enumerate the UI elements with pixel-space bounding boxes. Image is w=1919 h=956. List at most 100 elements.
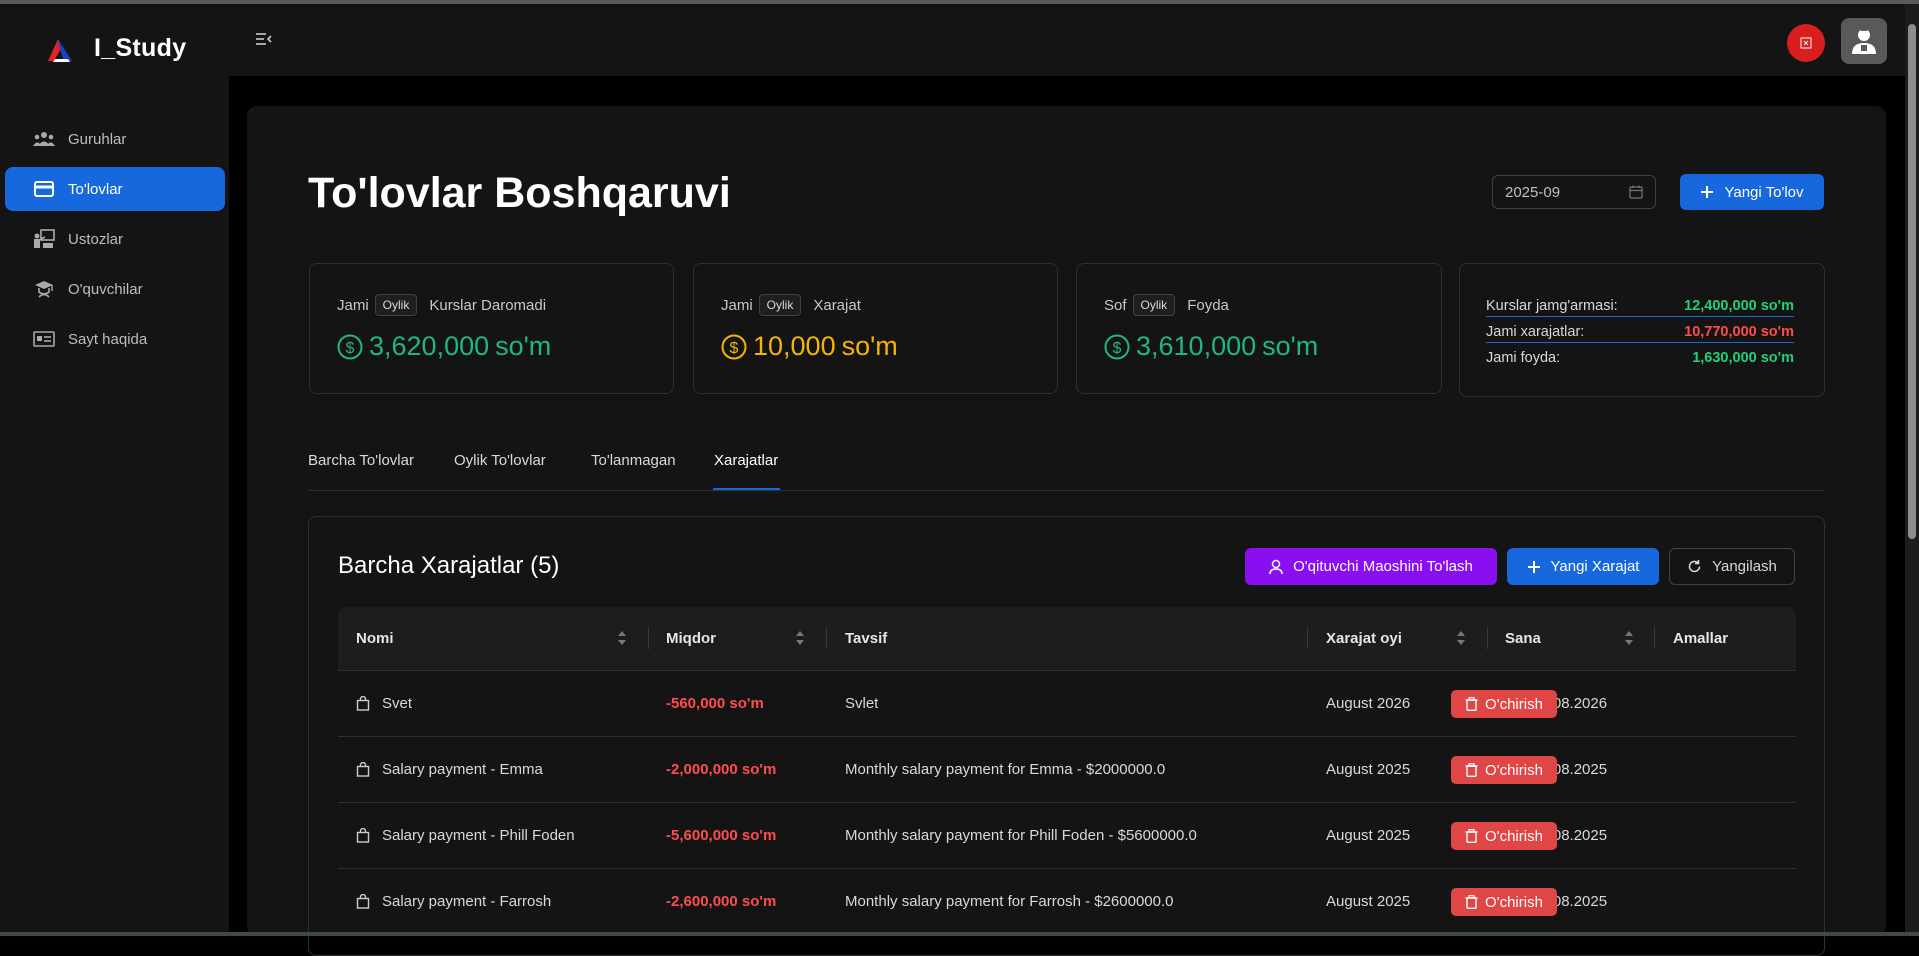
svg-text:$: $ (730, 340, 739, 357)
summary-value: 10,770,000 so'm (1684, 324, 1794, 340)
plus-icon (1527, 560, 1540, 573)
column-header-tavsif: Tavsif (845, 630, 888, 647)
sidebar-item-sayt-haqida[interactable]: Sayt haqida (5, 317, 225, 361)
column-divider (1654, 627, 1655, 649)
expense-month: August 2026 (1326, 695, 1411, 712)
stat-value: $ 3,610,000 so'm (1104, 331, 1318, 362)
stat-suffix: Foyda (1187, 296, 1229, 314)
menu-fold-icon[interactable] (256, 32, 272, 51)
column-divider (648, 627, 649, 649)
delete-button[interactable]: O'chirish (1451, 690, 1557, 718)
sort-icon[interactable] (617, 630, 627, 646)
month-picker[interactable]: 2025-09 (1492, 175, 1656, 209)
table-row: Salary payment - Farrosh -2,600,000 so'm… (338, 869, 1796, 935)
stat-amount: 3,610,000 (1136, 331, 1257, 361)
stat-unit: so'm (841, 331, 898, 361)
sidebar-item-tolovlar[interactable]: To'lovlar (5, 167, 225, 211)
expense-name-cell: Salary payment - Phill Foden (356, 803, 575, 868)
sidebar-item-label: Sayt haqida (68, 330, 148, 348)
column-header-amallar: Amallar (1673, 630, 1729, 647)
user-icon (1852, 29, 1876, 54)
plus-icon (1701, 186, 1714, 198)
credit-card-icon (32, 179, 56, 199)
column-divider (826, 627, 827, 649)
sidebar: I_Study Guruhlar To'lovlar Ustozlar O'qu… (0, 4, 229, 936)
sidebar-item-label: Ustozlar (68, 230, 124, 248)
expense-amount: -2,600,000 so'm (666, 893, 777, 910)
expense-month: August 2025 (1326, 761, 1411, 778)
sidebar-item-ustozlar[interactable]: Ustozlar (5, 217, 225, 261)
new-payment-label: Yangi To'lov (1724, 183, 1804, 201)
scrollbar-thumb[interactable] (1908, 24, 1916, 539)
tab-xarajatlar[interactable]: Xarajatlar (714, 452, 778, 469)
column-header-nomi[interactable]: Nomi (356, 607, 394, 670)
expense-name: Salary payment - Emma (382, 761, 543, 778)
expense-name: Salary payment - Farrosh (382, 893, 552, 910)
users-icon (32, 129, 56, 149)
trash-icon (1465, 829, 1478, 843)
pay-teacher-salary-button[interactable]: O'qituvchi Maoshini To'lash (1245, 548, 1497, 585)
dollar-circle-icon: $ (1104, 334, 1130, 359)
new-payment-button[interactable]: Yangi To'lov (1680, 174, 1824, 210)
sort-icon[interactable] (1456, 630, 1466, 646)
sidebar-item-label: To'lovlar (68, 180, 123, 198)
sidebar-item-guruhlar[interactable]: Guruhlar (5, 117, 225, 161)
table-row: Salary payment - Phill Foden -5,600,000 … (338, 803, 1796, 869)
delete-button[interactable]: O'chirish (1451, 756, 1557, 784)
column-header-xarajat-oyi[interactable]: Xarajat oyi (1326, 607, 1402, 670)
shopping-bag-icon (356, 696, 370, 711)
svg-text:$: $ (1113, 340, 1122, 357)
stat-unit: so'm (1262, 331, 1319, 361)
shopping-bag-icon (356, 762, 370, 777)
expense-amount: -2,000,000 so'm (666, 761, 777, 778)
stat-title: Jami Oylik Kurslar Daromadi (337, 294, 546, 316)
tab-barcha-tolovlar[interactable]: Barcha To'lovlar (308, 452, 414, 469)
column-header-sana[interactable]: Sana (1505, 607, 1541, 670)
top-header (229, 4, 1919, 76)
summary-row: Jami foyda: 1,630,000 so'm (1486, 350, 1794, 366)
new-expense-button[interactable]: Yangi Xarajat (1507, 548, 1659, 585)
column-header-miqdor[interactable]: Miqdor (666, 607, 716, 670)
summary-card: Kurslar jamg'armasi: 12,400,000 so'm Jam… (1459, 263, 1825, 397)
user-icon (1269, 559, 1283, 574)
logout-button[interactable] (1787, 24, 1825, 62)
profile-button[interactable] (1841, 18, 1887, 64)
delete-label: O'chirish (1485, 761, 1543, 779)
sidebar-nav: Guruhlar To'lovlar Ustozlar O'quvchilar … (5, 117, 225, 367)
month-picker-value: 2025-09 (1505, 183, 1561, 201)
sort-icon[interactable] (795, 630, 805, 646)
stat-card-expense: Jami Oylik Xarajat $ 10,000 so'm (693, 263, 1058, 394)
stat-title: Sof Oylik Foyda (1104, 294, 1229, 316)
expense-description: Svlet (845, 695, 879, 712)
payment-tabs: Barcha To'lovlar Oylik To'lovlar To'lanm… (308, 452, 1824, 491)
teacher-icon (32, 229, 56, 249)
summary-row: Kurslar jamg'armasi: 12,400,000 so'm (1486, 298, 1794, 317)
new-expense-label: Yangi Xarajat (1550, 558, 1640, 575)
table-header: Nomi Miqdor Tavsif Xarajat oyi Sana Amal… (338, 607, 1796, 671)
summary-label: Jami xarajatlar: (1486, 324, 1585, 340)
stat-amount: 3,620,000 (369, 331, 490, 361)
shopping-bag-icon (356, 828, 370, 843)
expense-description: Monthly salary payment for Phill Foden -… (845, 827, 1197, 844)
stat-amount: 10,000 (753, 331, 836, 361)
stat-value: $ 10,000 so'm (721, 331, 898, 362)
page-scrollbar[interactable] (1905, 4, 1919, 932)
delete-label: O'chirish (1485, 827, 1543, 845)
app-logo[interactable]: I_Study (44, 34, 186, 63)
expense-month: August 2025 (1326, 893, 1411, 910)
expenses-card: Barcha Xarajatlar (5) O'qituvchi Maoshin… (308, 516, 1825, 956)
column-divider (1487, 627, 1488, 649)
stat-value: $ 3,620,000 so'm (337, 331, 551, 362)
delete-button[interactable]: O'chirish (1451, 888, 1557, 916)
tab-oylik-tolovlar[interactable]: Oylik To'lovlar (454, 452, 546, 469)
svg-text:$: $ (346, 340, 355, 357)
sidebar-item-oquvchilar[interactable]: O'quvchilar (5, 267, 225, 311)
sort-icon[interactable] (1624, 630, 1634, 646)
tab-tolanmagan[interactable]: To'lanmagan (591, 452, 676, 469)
stat-unit: so'm (495, 331, 552, 361)
refresh-button[interactable]: Yangilash (1669, 548, 1795, 585)
delete-button[interactable]: O'chirish (1451, 822, 1557, 850)
shopping-bag-icon (356, 894, 370, 909)
sidebar-item-label: O'quvchilar (68, 280, 143, 298)
delete-label: O'chirish (1485, 893, 1543, 911)
